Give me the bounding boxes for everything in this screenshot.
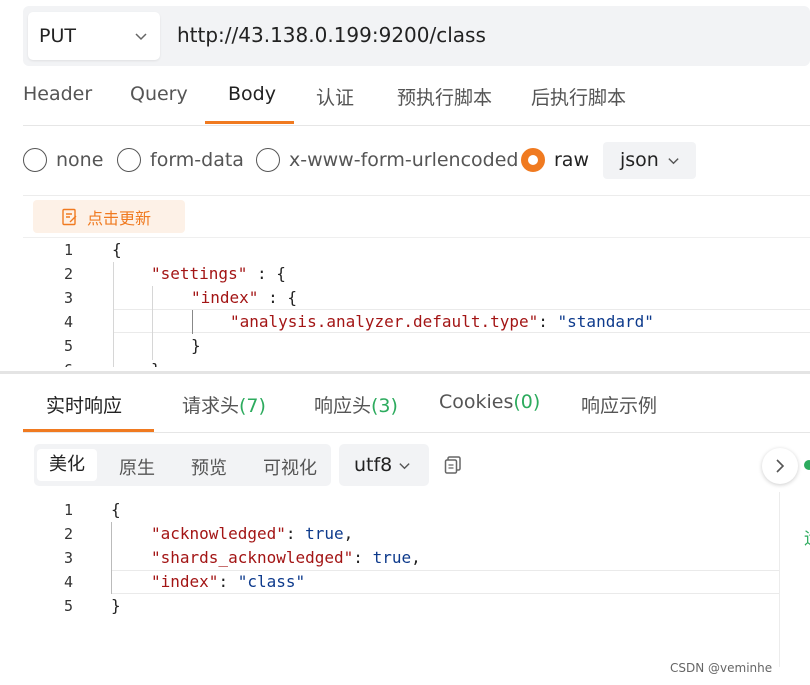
- watermark: CSDN @veminhe: [670, 661, 773, 675]
- code-line: 5 }: [23, 334, 810, 358]
- code-text: }: [191, 336, 201, 355]
- encoding-select[interactable]: utf8: [339, 444, 429, 486]
- chevron-down-icon: [399, 463, 410, 470]
- code-line: 2 "settings" : {: [23, 262, 810, 286]
- body-type-group: none form-data x-www-form-urlencoded raw…: [23, 140, 810, 182]
- line-number: 2: [63, 265, 73, 283]
- code-line: 4 "analysis.analyzer.default.type": "sta…: [23, 310, 810, 334]
- tab-body[interactable]: Body: [228, 83, 276, 105]
- code-text: "settings" : {: [151, 264, 286, 283]
- method-select[interactable]: PUT: [28, 12, 160, 60]
- line-number: 5: [63, 597, 73, 615]
- radio-label: form-data: [150, 149, 244, 171]
- tab-header[interactable]: Header: [23, 83, 92, 105]
- radio-label: x-www-form-urlencoded: [289, 149, 519, 171]
- tab-pre-script[interactable]: 预执行脚本: [397, 83, 492, 110]
- url-bar: PUT http://43.138.0.199:9200/class: [23, 6, 810, 66]
- tab-label: Cookies: [439, 391, 514, 413]
- tab-query[interactable]: Query: [130, 83, 188, 105]
- side-panel-separator: [779, 492, 780, 667]
- line-number: 3: [63, 289, 73, 307]
- radio-circle-checked: [521, 148, 545, 172]
- status-dot: [804, 460, 810, 470]
- active-tab-underline: [23, 429, 154, 432]
- radio-raw[interactable]: raw: [521, 148, 589, 172]
- method-value: PUT: [39, 25, 76, 47]
- request-body-editor[interactable]: 点击更新 1 { 2 "settings" : { 3 "index" : { …: [23, 195, 810, 367]
- tab-live-response[interactable]: 实时响应: [46, 391, 122, 418]
- code-line: 6 }: [23, 358, 810, 367]
- line-number: 4: [63, 313, 73, 331]
- code-line: 1 {: [23, 238, 810, 262]
- radio-circle: [117, 148, 141, 172]
- request-tabs: Header Query Body 认证 预执行脚本 后执行脚本: [23, 66, 810, 126]
- view-preview-button[interactable]: 预览: [191, 454, 227, 480]
- line-number: 4: [63, 573, 73, 591]
- code-text: "analysis.analyzer.default.type": "stand…: [230, 312, 654, 331]
- update-button-label: 点击更新: [87, 208, 152, 228]
- code-line: 5 }: [23, 594, 779, 618]
- line-number: 1: [63, 501, 73, 519]
- radio-urlencoded[interactable]: x-www-form-urlencoded: [256, 148, 518, 172]
- active-tab-underline: [205, 121, 294, 124]
- code-line: 3 "index" : {: [23, 286, 810, 310]
- response-tabs: 实时响应 请求头(7) 响应头(3) Cookies(0) 响应示例: [23, 374, 810, 433]
- line-number: 3: [63, 549, 73, 567]
- tab-count: (3): [371, 395, 398, 417]
- side-panel-text: 运: [804, 524, 810, 549]
- view-raw-button[interactable]: 原生: [119, 454, 155, 480]
- view-pretty-button[interactable]: 美化: [37, 449, 97, 481]
- chevron-down-icon: [135, 33, 147, 41]
- tab-label: 响应头: [314, 395, 372, 417]
- radio-label: none: [56, 149, 104, 171]
- tab-count: (0): [513, 391, 541, 413]
- body-format-value: json: [620, 149, 659, 171]
- copy-icon[interactable]: [443, 455, 463, 475]
- code-line: 3 "shards_acknowledged": true,: [23, 546, 779, 570]
- radio-label: raw: [554, 149, 589, 171]
- code-line: 4 "index": "class": [23, 570, 779, 594]
- radio-circle: [23, 148, 47, 172]
- tab-post-script[interactable]: 后执行脚本: [531, 83, 626, 110]
- tab-label: 实时响应: [46, 395, 123, 417]
- line-number: 1: [63, 241, 73, 259]
- code-text: }: [111, 596, 121, 615]
- code-line: 2 "acknowledged": true,: [23, 522, 779, 546]
- tab-label: 响应示例: [581, 395, 658, 417]
- code-text: "acknowledged": true,: [151, 524, 354, 543]
- radio-form-data[interactable]: form-data: [117, 148, 244, 172]
- code-line: 1 {: [23, 498, 779, 522]
- chevron-down-icon: [668, 158, 679, 165]
- radio-circle: [256, 148, 280, 172]
- tab-request-headers[interactable]: 请求头(7): [182, 391, 266, 418]
- line-number: 2: [63, 525, 73, 543]
- update-button[interactable]: 点击更新: [33, 200, 185, 233]
- chevron-right-icon: [776, 459, 785, 473]
- code-text: {: [112, 240, 122, 259]
- tab-response-headers[interactable]: 响应头(3): [314, 391, 398, 418]
- code-text: "index": "class": [151, 572, 306, 591]
- body-format-select[interactable]: json: [603, 142, 696, 179]
- code-text: {: [111, 500, 121, 519]
- view-visualize-button[interactable]: 可视化: [263, 454, 317, 480]
- code-text: }: [151, 360, 161, 367]
- code-text: "index" : {: [191, 288, 297, 307]
- tab-response-examples[interactable]: 响应示例: [581, 391, 657, 418]
- tab-label: 请求头: [182, 395, 240, 417]
- line-number: 5: [63, 337, 73, 355]
- code-text: "shards_acknowledged": true,: [151, 548, 421, 567]
- tab-auth[interactable]: 认证: [316, 83, 354, 110]
- tab-count: (7): [239, 395, 266, 417]
- view-mode-group: 美化 原生 预览 可视化: [34, 444, 331, 486]
- line-number: 6: [23, 361, 73, 367]
- tab-cookies[interactable]: Cookies(0): [439, 391, 540, 413]
- response-body-viewer[interactable]: 1 { 2 "acknowledged": true, 3 "shards_ac…: [23, 498, 779, 668]
- radio-none[interactable]: none: [23, 148, 103, 172]
- document-edit-icon: [62, 208, 77, 226]
- encoding-value: utf8: [354, 454, 393, 476]
- expand-side-panel-button[interactable]: [762, 448, 798, 484]
- url-input[interactable]: http://43.138.0.199:9200/class: [177, 23, 486, 47]
